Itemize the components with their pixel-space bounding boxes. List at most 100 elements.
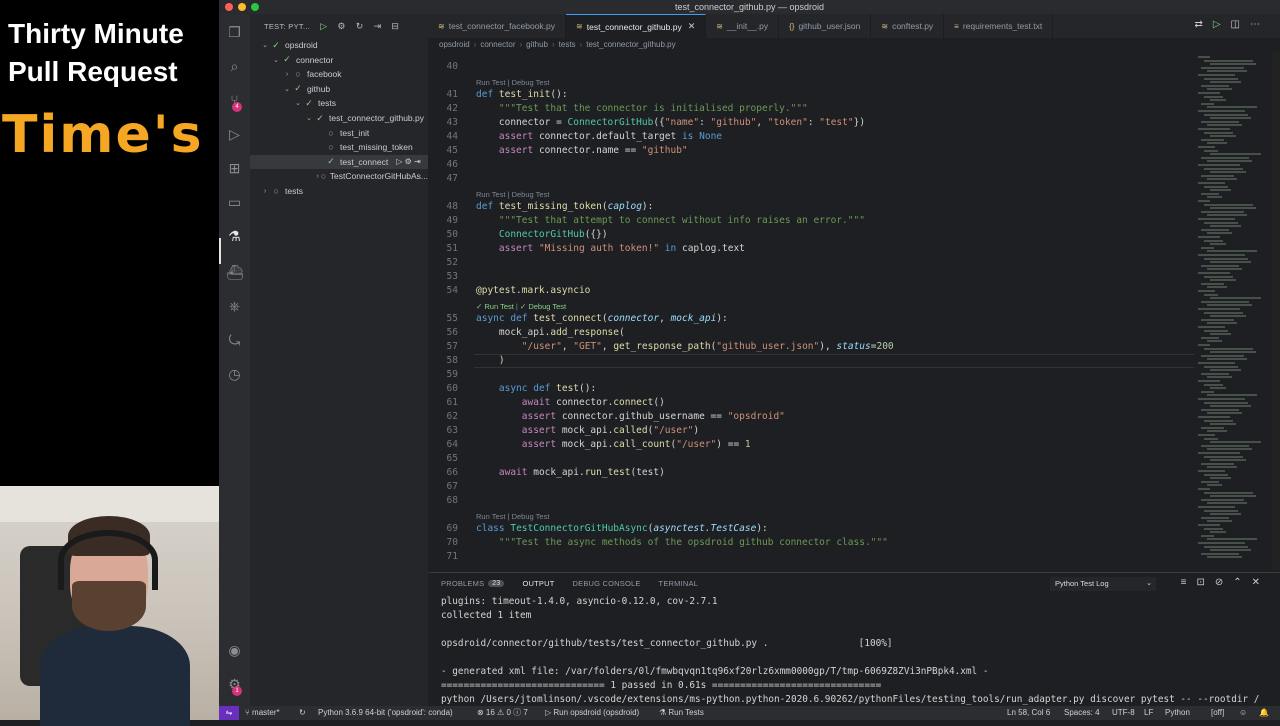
split-editor-icon[interactable]: ◫ bbox=[1231, 19, 1250, 30]
account-icon[interactable]: ◉ bbox=[226, 642, 243, 659]
editor-tab[interactable]: ≋ conftest.py bbox=[871, 14, 945, 38]
debug-test-link[interactable]: Debug Test bbox=[512, 512, 550, 521]
debug-test-link[interactable]: ✓ Debug Test bbox=[520, 302, 566, 311]
breadcrumb-item[interactable]: connector bbox=[480, 40, 515, 49]
run-debug-icon[interactable]: ▷ bbox=[226, 126, 243, 143]
breadcrumb-item[interactable]: test_connector_github.py bbox=[586, 40, 675, 49]
editor-scrollbar[interactable] bbox=[1272, 52, 1280, 570]
run-test-link[interactable]: Run Test bbox=[476, 190, 505, 199]
run-file-icon[interactable]: ▷ bbox=[1213, 19, 1231, 30]
test-item-actions[interactable]: ▷ ⚙ ⇥ bbox=[396, 157, 420, 166]
breadcrumb-item[interactable]: github bbox=[526, 40, 548, 49]
code-editor[interactable]: 40 Run Test | Debug Test 41 def test_init()… bbox=[428, 52, 1280, 570]
panel-tab[interactable]: DEBUG CONSOLE bbox=[573, 579, 641, 588]
zoom-window-button[interactable] bbox=[251, 3, 259, 11]
notifications-icon[interactable]: 🔔 bbox=[1259, 706, 1269, 720]
test-tree-item[interactable]: ⌄ ✓ test_connector_github.py bbox=[250, 111, 428, 125]
test-explorer-sidebar: TEST: PYT... ▷ ⚙ ↻ ⇥ ⊟ ⌄ ✓ opsdroid ⌄ ✓ conne… bbox=[250, 14, 428, 706]
explorer-icon[interactable]: ❐ bbox=[226, 24, 243, 41]
language-mode[interactable]: Python bbox=[1165, 706, 1190, 720]
line-ending[interactable]: LF bbox=[1144, 706, 1153, 720]
editor-tab[interactable]: {} github_user.json bbox=[779, 14, 872, 38]
codelens[interactable]: Run Test | Debug Test bbox=[476, 190, 549, 200]
docker-icon[interactable]: ⛴ bbox=[226, 264, 244, 281]
run-all-tests-icon[interactable]: ▷ bbox=[320, 21, 327, 32]
panel-tab[interactable]: TERMINAL bbox=[659, 579, 699, 588]
chevron-icon[interactable]: ⌄ bbox=[293, 99, 303, 107]
chevron-icon[interactable]: ⌄ bbox=[260, 41, 270, 49]
filter-icon[interactable]: ≡ bbox=[1181, 577, 1197, 588]
codelens[interactable]: Run Test | Debug Test bbox=[476, 512, 549, 522]
close-window-button[interactable] bbox=[225, 3, 233, 11]
compare-icon[interactable]: ⇄ bbox=[1194, 19, 1212, 30]
codelens[interactable]: ✓ Run Test | ✓ Debug Test bbox=[476, 302, 566, 312]
sync-icon[interactable]: ↻ bbox=[299, 706, 306, 720]
clear-output-icon[interactable]: ⊘ bbox=[1215, 577, 1233, 588]
live-share-icon[interactable]: ⤿ bbox=[226, 332, 243, 349]
test-tree-item[interactable]: ⌄ ✓ tests bbox=[250, 96, 428, 110]
chevron-icon[interactable]: ⌄ bbox=[282, 85, 292, 93]
test-tree-item[interactable]: ○ test_missing_token bbox=[250, 140, 428, 154]
remote-explorer-icon[interactable]: ▭ bbox=[226, 194, 243, 211]
encoding[interactable]: UTF-8 bbox=[1112, 706, 1135, 720]
timeline-icon[interactable]: ◷ bbox=[226, 366, 243, 383]
test-tree-item[interactable]: ✓ test_connect ▷ ⚙ ⇥ bbox=[250, 154, 428, 169]
editor-tab[interactable]: ≋ __init__.py bbox=[706, 14, 780, 38]
debug-test-link[interactable]: Debug Test bbox=[512, 190, 550, 199]
editor-tab[interactable]: ≋ test_connector_facebook.py bbox=[428, 14, 567, 38]
chevron-icon[interactable]: ⌄ bbox=[304, 114, 314, 122]
lock-icon[interactable]: ⊡ bbox=[1196, 577, 1214, 588]
panel-tab[interactable]: OUTPUT bbox=[522, 579, 554, 588]
test-tree-item[interactable]: › ○ tests bbox=[250, 184, 428, 198]
search-icon[interactable]: ⌕ bbox=[226, 58, 243, 75]
chevron-icon[interactable]: ⌄ bbox=[271, 56, 281, 64]
cursor-position[interactable]: Ln 58, Col 6 bbox=[1007, 706, 1050, 720]
close-panel-icon[interactable]: ✕ bbox=[1252, 577, 1270, 588]
run-test-link[interactable]: ✓ Run Test bbox=[476, 302, 514, 311]
problems-status[interactable]: ⊗ 16 ⚠ 0 ⓘ 7 bbox=[477, 706, 528, 720]
codelens[interactable]: Run Test | Debug Test bbox=[476, 78, 549, 88]
run-tests-status[interactable]: ⚗ Run Tests bbox=[659, 706, 704, 720]
branch-status[interactable]: ⑂ master* bbox=[245, 706, 280, 720]
remote-icon[interactable]: ⇋ bbox=[219, 706, 239, 720]
line-code: ConnectorGitHub({}) bbox=[498, 229, 608, 240]
test-tree-item[interactable]: ○ test_init bbox=[250, 126, 428, 140]
minimap-line bbox=[1198, 326, 1225, 328]
collapse-all-icon[interactable]: ⊟ bbox=[391, 21, 399, 32]
show-output-icon[interactable]: ⇥ bbox=[374, 21, 382, 32]
minimap-line bbox=[1207, 322, 1237, 325]
maximize-panel-icon[interactable]: ⌃ bbox=[1233, 577, 1251, 588]
run-config[interactable]: ▷ Run opsdroid (opsdroid) bbox=[545, 706, 639, 720]
indentation[interactable]: Spaces: 4 bbox=[1064, 706, 1100, 720]
panel-tab[interactable]: PROBLEMS 23 bbox=[441, 579, 505, 588]
extensions-icon[interactable]: ⊞ bbox=[226, 160, 243, 177]
line-code: "/user", "GET", get_response_path("githu… bbox=[521, 341, 894, 352]
test-tree-item[interactable]: ⌄ ✓ connector bbox=[250, 53, 428, 67]
editor-tab[interactable]: ≡ requirements_test.txt bbox=[944, 14, 1054, 38]
test-tree-item[interactable]: ⌄ ✓ github bbox=[250, 82, 428, 96]
python-interpreter[interactable]: Python 3.6.9 64-bit ('opsdroid': conda) bbox=[318, 706, 453, 720]
feedback-icon[interactable]: ☺ bbox=[1239, 706, 1247, 720]
breadcrumb-item[interactable]: opsdroid bbox=[439, 40, 470, 49]
more-actions-icon[interactable]: ⋯ bbox=[1250, 19, 1270, 30]
run-test-link[interactable]: Run Test bbox=[476, 512, 505, 521]
debug-test-link[interactable]: Debug Test bbox=[512, 78, 550, 87]
minimap[interactable] bbox=[1196, 52, 1268, 570]
test-status-icon: ✓ bbox=[283, 54, 291, 65]
formatter-status[interactable]: [off] bbox=[1211, 706, 1224, 720]
output-channel-select[interactable]: Python Test Log ⌄ bbox=[1050, 577, 1156, 591]
chevron-icon[interactable]: › bbox=[260, 188, 270, 195]
run-test-link[interactable]: Run Test bbox=[476, 78, 505, 87]
minimize-window-button[interactable] bbox=[238, 3, 246, 11]
kubernetes-icon[interactable]: ⎈ bbox=[226, 298, 243, 315]
refresh-tests-icon[interactable]: ↻ bbox=[356, 21, 364, 32]
close-tab-icon[interactable]: ✕ bbox=[688, 21, 696, 32]
testing-flask-icon[interactable]: ⚗ bbox=[226, 228, 243, 245]
breadcrumb-item[interactable]: tests bbox=[559, 40, 576, 49]
test-tree-item[interactable]: › ○ TestConnectorGitHubAs... bbox=[250, 169, 428, 183]
editor-tab[interactable]: ≋ test_connector_github.py ✕ bbox=[566, 14, 707, 38]
test-tree-item[interactable]: › ○ facebook bbox=[250, 67, 428, 81]
chevron-icon[interactable]: › bbox=[282, 71, 292, 78]
test-tree-item[interactable]: ⌄ ✓ opsdroid bbox=[250, 38, 428, 52]
debug-tests-icon[interactable]: ⚙ bbox=[337, 21, 345, 32]
